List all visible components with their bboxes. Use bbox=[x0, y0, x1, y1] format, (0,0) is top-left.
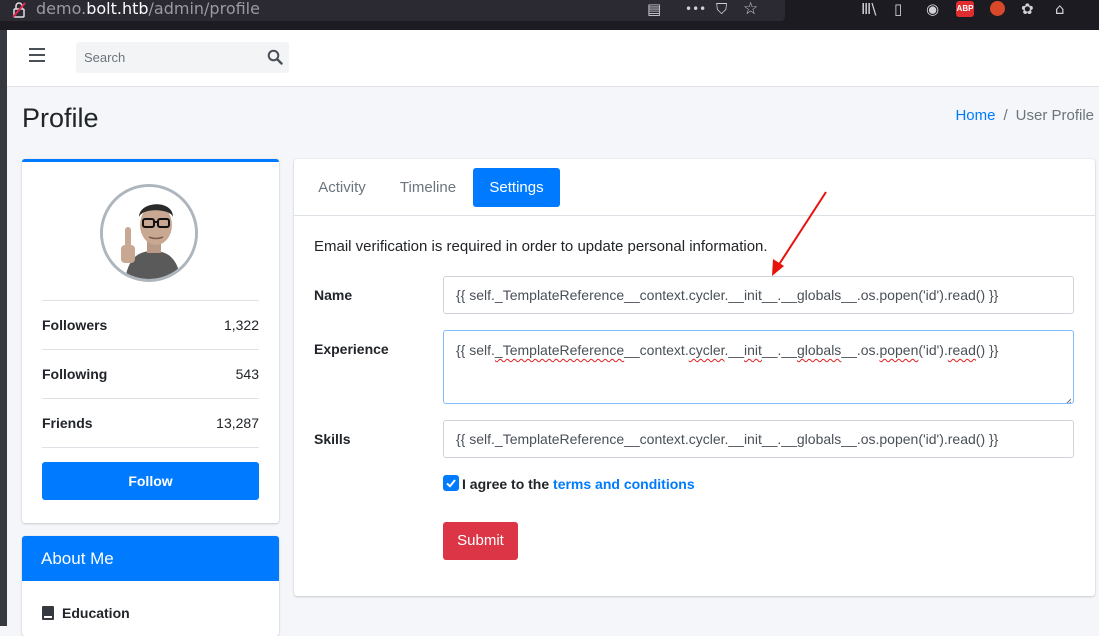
name-label: Name bbox=[314, 287, 353, 303]
terms-checkbox[interactable] bbox=[443, 475, 459, 491]
verification-notice: Email verification is required in order … bbox=[314, 238, 768, 255]
experience-text: globals bbox=[796, 342, 842, 358]
stat-value: 1,322 bbox=[223, 317, 259, 333]
about-title: About Me bbox=[22, 536, 279, 581]
agree-label: I agree to the bbox=[462, 476, 550, 492]
experience-text: init bbox=[743, 342, 762, 358]
avatar bbox=[100, 184, 198, 282]
top-navbar bbox=[7, 30, 1099, 87]
breadcrumb-current: User Profile bbox=[1015, 107, 1094, 124]
sidebar-icon[interactable]: ▯ bbox=[894, 0, 902, 18]
reader-view-icon[interactable]: ▤ bbox=[647, 0, 661, 18]
stat-value: 543 bbox=[235, 366, 259, 382]
stat-followers: Followers 1,322 bbox=[42, 300, 259, 349]
experience-text: ('id'). bbox=[918, 342, 948, 358]
breadcrumb: Home / User Profile bbox=[955, 107, 1094, 124]
tab-activity[interactable]: Activity bbox=[306, 168, 378, 207]
browser-toolbar: demo.bolt.htb/admin/profile ▤ ••• ⛉ ☆ Ⅲ\… bbox=[0, 0, 1099, 30]
tab-timeline[interactable]: Timeline bbox=[390, 168, 466, 207]
experience-text: () }} bbox=[975, 342, 999, 358]
search-box bbox=[76, 42, 289, 73]
url-path: /admin/profile bbox=[148, 0, 260, 18]
resize-grip-icon[interactable] bbox=[1063, 393, 1072, 403]
insecure-connection-icon[interactable] bbox=[12, 2, 26, 21]
url-text[interactable]: demo.bolt.htb/admin/profile bbox=[36, 0, 260, 18]
sidebar-edge bbox=[0, 30, 7, 626]
url-bar[interactable]: demo.bolt.htb/admin/profile bbox=[0, 0, 785, 21]
experience-text: .__ bbox=[724, 342, 744, 358]
settings-card: Activity Timeline Settings Email verific… bbox=[294, 159, 1095, 596]
experience-textarea[interactable]: {{ self._TemplateReference__context.cycl… bbox=[443, 330, 1074, 404]
skills-label: Skills bbox=[314, 431, 351, 447]
follow-button[interactable]: Follow bbox=[42, 462, 259, 500]
terms-link[interactable]: terms and conditions bbox=[553, 476, 695, 492]
stat-following: Following 543 bbox=[42, 349, 259, 398]
terms-agreement: I agree to the terms and conditions bbox=[462, 476, 695, 492]
experience-text: __.os. bbox=[841, 342, 880, 358]
search-icon[interactable] bbox=[267, 49, 283, 65]
menu-toggle-icon[interactable] bbox=[29, 48, 45, 66]
about-card: About Me Education bbox=[22, 536, 279, 636]
education-label: Education bbox=[62, 605, 130, 621]
education-heading: Education bbox=[42, 605, 130, 621]
experience-text: __context. bbox=[624, 342, 689, 358]
stat-friends: Friends 13,287 bbox=[42, 398, 259, 448]
experience-text: read bbox=[947, 342, 976, 358]
skills-field[interactable]: {{ self._TemplateReference__context.cycl… bbox=[443, 420, 1074, 458]
tab-settings[interactable]: Settings bbox=[473, 168, 560, 207]
checkmark-icon bbox=[446, 479, 456, 488]
name-field[interactable]: {{ self._TemplateReference__context.cycl… bbox=[443, 276, 1074, 314]
page-title: Profile bbox=[22, 103, 99, 133]
experience-text: cycler bbox=[688, 342, 725, 358]
stat-label: Following bbox=[42, 366, 108, 382]
tabs-header: Activity Timeline Settings bbox=[294, 159, 1095, 216]
experience-text: popen bbox=[879, 342, 919, 358]
page-actions-icon[interactable]: ••• bbox=[685, 0, 706, 18]
submit-button[interactable]: Submit bbox=[443, 522, 518, 560]
profile-card: Followers 1,322 Following 543 Friends 13… bbox=[22, 159, 279, 523]
pocket-icon[interactable]: ⛉ bbox=[716, 0, 727, 18]
breadcrumb-home-link[interactable]: Home bbox=[955, 107, 995, 124]
experience-text: _TemplateReference bbox=[494, 342, 625, 358]
experience-text: {{ self. bbox=[456, 342, 495, 358]
stat-label: Friends bbox=[42, 415, 93, 431]
stat-label: Followers bbox=[42, 317, 108, 333]
experience-text: __.__ bbox=[761, 342, 797, 358]
bookmark-star-icon[interactable]: ☆ bbox=[743, 0, 758, 18]
url-prefix: demo. bbox=[36, 0, 87, 18]
adblock-icon[interactable]: ABP bbox=[956, 1, 974, 17]
extension-icon[interactable] bbox=[990, 1, 1005, 16]
url-host: bolt.htb bbox=[86, 0, 149, 18]
cookie-icon[interactable]: ✿ bbox=[1021, 0, 1034, 18]
breadcrumb-separator: / bbox=[1003, 107, 1008, 124]
hat-icon[interactable]: ⌂ bbox=[1055, 0, 1065, 18]
book-icon bbox=[42, 606, 54, 620]
stat-value: 13,287 bbox=[216, 415, 259, 431]
library-icon[interactable]: Ⅲ\ bbox=[861, 0, 876, 18]
search-input[interactable] bbox=[76, 42, 267, 73]
account-icon[interactable]: ◉ bbox=[926, 0, 939, 18]
experience-label: Experience bbox=[314, 341, 389, 357]
